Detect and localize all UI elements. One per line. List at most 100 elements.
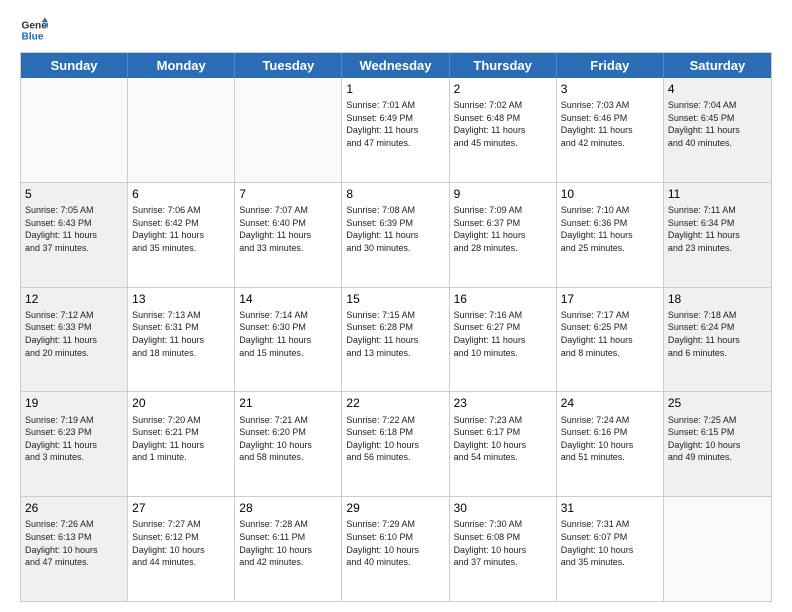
calendar-cell: 14 Sunrise: 7:14 AM Sunset: 6:30 PM Dayli…	[235, 288, 342, 392]
day-info: Sunrise: 7:05 AM Sunset: 6:43 PM Dayligh…	[25, 204, 123, 254]
calendar-cell: 8Sunrise: 7:08 AM Sunset: 6:39 PM Daylig…	[342, 183, 449, 287]
day-info: Sunrise: 7:25 AM Sunset: 6:15 PM Dayligh…	[668, 414, 767, 464]
day-number: 29	[346, 500, 444, 516]
day-number: 19	[25, 395, 123, 411]
day-number: 14	[239, 291, 337, 307]
day-number: 9	[454, 186, 552, 202]
day-info: Sunrise: 7:23 AM Sunset: 6:17 PM Dayligh…	[454, 414, 552, 464]
day-info: Sunrise: 7:11 AM Sunset: 6:34 PM Dayligh…	[668, 204, 767, 254]
day-number: 1	[346, 81, 444, 97]
day-number: 31	[561, 500, 659, 516]
day-number: 16	[454, 291, 552, 307]
calendar-cell: 24 Sunrise: 7:24 AM Sunset: 6:16 PM Dayli…	[557, 392, 664, 496]
weekday-header: Saturday	[664, 53, 771, 78]
calendar-cell: 28Sunrise: 7:28 AM Sunset: 6:11 PM Dayli…	[235, 497, 342, 601]
calendar-body: 1 Sunrise: 7:01 AM Sunset: 6:49 PM Daylig…	[21, 78, 771, 601]
calendar-cell: 25 Sunrise: 7:25 AM Sunset: 6:15 PM Dayli…	[664, 392, 771, 496]
day-info: Sunrise: 7:17 AM Sunset: 6:25 PM Dayligh…	[561, 309, 659, 359]
calendar-cell: 4Sunrise: 7:04 AM Sunset: 6:45 PM Daylig…	[664, 78, 771, 182]
calendar-cell: 7Sunrise: 7:07 AM Sunset: 6:40 PM Daylig…	[235, 183, 342, 287]
day-number: 7	[239, 186, 337, 202]
calendar-cell	[21, 78, 128, 182]
day-number: 15	[346, 291, 444, 307]
day-number: 11	[668, 186, 767, 202]
day-info: Sunrise: 7:01 AM Sunset: 6:49 PM Dayligh…	[346, 99, 444, 149]
day-number: 30	[454, 500, 552, 516]
calendar-cell: 15 Sunrise: 7:15 AM Sunset: 6:28 PM Dayli…	[342, 288, 449, 392]
calendar-week-row: 12 Sunrise: 7:12 AM Sunset: 6:33 PM Dayli…	[21, 288, 771, 393]
day-number: 25	[668, 395, 767, 411]
weekday-header: Sunday	[21, 53, 128, 78]
day-number: 17	[561, 291, 659, 307]
calendar-cell	[664, 497, 771, 601]
day-number: 3	[561, 81, 659, 97]
day-number: 21	[239, 395, 337, 411]
weekday-header: Friday	[557, 53, 664, 78]
day-info: Sunrise: 7:18 AM Sunset: 6:24 PM Dayligh…	[668, 309, 767, 359]
calendar-cell: 5Sunrise: 7:05 AM Sunset: 6:43 PM Daylig…	[21, 183, 128, 287]
calendar-cell: 30 Sunrise: 7:30 AM Sunset: 6:08 PM Dayli…	[450, 497, 557, 601]
calendar-cell: 13Sunrise: 7:13 AM Sunset: 6:31 PM Dayli…	[128, 288, 235, 392]
page-header: General Blue	[20, 16, 772, 44]
calendar-cell: 21Sunrise: 7:21 AM Sunset: 6:20 PM Dayli…	[235, 392, 342, 496]
day-info: Sunrise: 7:06 AM Sunset: 6:42 PM Dayligh…	[132, 204, 230, 254]
calendar-cell: 23Sunrise: 7:23 AM Sunset: 6:17 PM Dayli…	[450, 392, 557, 496]
calendar-cell: 2 Sunrise: 7:02 AM Sunset: 6:48 PM Daylig…	[450, 78, 557, 182]
day-number: 12	[25, 291, 123, 307]
day-number: 10	[561, 186, 659, 202]
day-info: Sunrise: 7:03 AM Sunset: 6:46 PM Dayligh…	[561, 99, 659, 149]
day-number: 27	[132, 500, 230, 516]
day-info: Sunrise: 7:30 AM Sunset: 6:08 PM Dayligh…	[454, 518, 552, 568]
day-info: Sunrise: 7:13 AM Sunset: 6:31 PM Dayligh…	[132, 309, 230, 359]
calendar-cell: 16Sunrise: 7:16 AM Sunset: 6:27 PM Dayli…	[450, 288, 557, 392]
calendar-cell: 1 Sunrise: 7:01 AM Sunset: 6:49 PM Daylig…	[342, 78, 449, 182]
calendar-cell: 18Sunrise: 7:18 AM Sunset: 6:24 PM Dayli…	[664, 288, 771, 392]
day-info: Sunrise: 7:27 AM Sunset: 6:12 PM Dayligh…	[132, 518, 230, 568]
weekday-header: Thursday	[450, 53, 557, 78]
day-info: Sunrise: 7:08 AM Sunset: 6:39 PM Dayligh…	[346, 204, 444, 254]
day-number: 26	[25, 500, 123, 516]
weekday-header: Monday	[128, 53, 235, 78]
day-info: Sunrise: 7:12 AM Sunset: 6:33 PM Dayligh…	[25, 309, 123, 359]
calendar-week-row: 26 Sunrise: 7:26 AM Sunset: 6:13 PM Dayli…	[21, 497, 771, 601]
weekday-header: Wednesday	[342, 53, 449, 78]
day-info: Sunrise: 7:22 AM Sunset: 6:18 PM Dayligh…	[346, 414, 444, 464]
calendar-week-row: 1 Sunrise: 7:01 AM Sunset: 6:49 PM Daylig…	[21, 78, 771, 183]
day-info: Sunrise: 7:04 AM Sunset: 6:45 PM Dayligh…	[668, 99, 767, 149]
calendar: SundayMondayTuesdayWednesdayThursdayFrid…	[20, 52, 772, 602]
calendar-cell	[235, 78, 342, 182]
calendar-cell: 27 Sunrise: 7:27 AM Sunset: 6:12 PM Dayli…	[128, 497, 235, 601]
calendar-cell: 10 Sunrise: 7:10 AM Sunset: 6:36 PM Dayli…	[557, 183, 664, 287]
day-info: Sunrise: 7:20 AM Sunset: 6:21 PM Dayligh…	[132, 414, 230, 464]
svg-text:Blue: Blue	[22, 31, 44, 42]
day-info: Sunrise: 7:15 AM Sunset: 6:28 PM Dayligh…	[346, 309, 444, 359]
calendar-cell: 26 Sunrise: 7:26 AM Sunset: 6:13 PM Dayli…	[21, 497, 128, 601]
calendar-cell: 3 Sunrise: 7:03 AM Sunset: 6:46 PM Daylig…	[557, 78, 664, 182]
day-info: Sunrise: 7:10 AM Sunset: 6:36 PM Dayligh…	[561, 204, 659, 254]
day-info: Sunrise: 7:29 AM Sunset: 6:10 PM Dayligh…	[346, 518, 444, 568]
calendar-cell: 6 Sunrise: 7:06 AM Sunset: 6:42 PM Daylig…	[128, 183, 235, 287]
logo-icon: General Blue	[20, 16, 48, 44]
calendar-cell: 9 Sunrise: 7:09 AM Sunset: 6:37 PM Daylig…	[450, 183, 557, 287]
day-number: 20	[132, 395, 230, 411]
calendar-cell: 31Sunrise: 7:31 AM Sunset: 6:07 PM Dayli…	[557, 497, 664, 601]
calendar-cell: 20 Sunrise: 7:20 AM Sunset: 6:21 PM Dayli…	[128, 392, 235, 496]
calendar-week-row: 19 Sunrise: 7:19 AM Sunset: 6:23 PM Dayli…	[21, 392, 771, 497]
day-info: Sunrise: 7:09 AM Sunset: 6:37 PM Dayligh…	[454, 204, 552, 254]
calendar-cell: 22 Sunrise: 7:22 AM Sunset: 6:18 PM Dayli…	[342, 392, 449, 496]
day-info: Sunrise: 7:19 AM Sunset: 6:23 PM Dayligh…	[25, 414, 123, 464]
day-info: Sunrise: 7:14 AM Sunset: 6:30 PM Dayligh…	[239, 309, 337, 359]
day-number: 24	[561, 395, 659, 411]
day-number: 2	[454, 81, 552, 97]
calendar-cell: 11 Sunrise: 7:11 AM Sunset: 6:34 PM Dayli…	[664, 183, 771, 287]
day-number: 22	[346, 395, 444, 411]
calendar-cell: 17 Sunrise: 7:17 AM Sunset: 6:25 PM Dayli…	[557, 288, 664, 392]
day-info: Sunrise: 7:02 AM Sunset: 6:48 PM Dayligh…	[454, 99, 552, 149]
calendar-header-row: SundayMondayTuesdayWednesdayThursdayFrid…	[21, 53, 771, 78]
calendar-cell: 29 Sunrise: 7:29 AM Sunset: 6:10 PM Dayli…	[342, 497, 449, 601]
day-info: Sunrise: 7:26 AM Sunset: 6:13 PM Dayligh…	[25, 518, 123, 568]
weekday-header: Tuesday	[235, 53, 342, 78]
calendar-week-row: 5Sunrise: 7:05 AM Sunset: 6:43 PM Daylig…	[21, 183, 771, 288]
day-info: Sunrise: 7:24 AM Sunset: 6:16 PM Dayligh…	[561, 414, 659, 464]
day-number: 6	[132, 186, 230, 202]
